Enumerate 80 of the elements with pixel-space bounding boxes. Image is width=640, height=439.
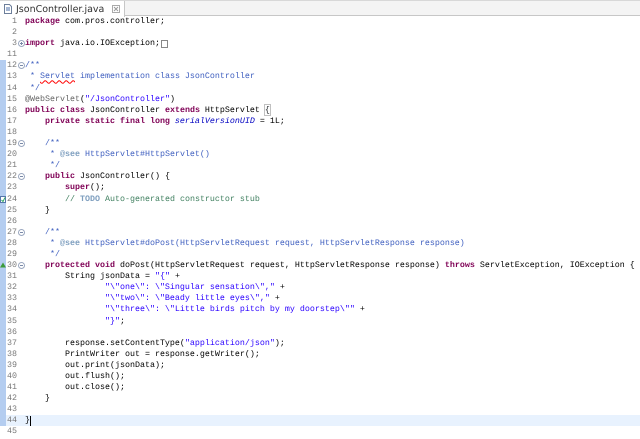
line-number: 44 <box>7 415 17 426</box>
line-number: 36 <box>7 326 17 338</box>
code-line: * @see HttpServlet#HttpServlet() <box>48 149 210 160</box>
code-line: protected void doPost(HttpServletRequest request, HttpServletResponse response) throws ServletException, IOException { <box>44 260 635 272</box>
line-number: 35 <box>7 316 17 327</box>
code-line: } <box>25 415 30 426</box>
line-number: 34 <box>7 304 17 316</box>
code-line: public class JsonController extends HttpServlet { <box>25 104 270 116</box>
line-number: 15 <box>7 94 17 105</box>
line-number: 17 <box>7 116 17 127</box>
code-line: @WebServlet("/JsonController") <box>25 94 175 105</box>
line-number: 28 <box>7 238 17 249</box>
code-line: public JsonController() { <box>44 171 170 182</box>
code-line: response.setContentType("application/json"); <box>64 338 285 349</box>
line-number: 43 <box>7 404 17 416</box>
line-number: 2 <box>12 27 17 38</box>
collapse-icon[interactable] <box>18 262 25 270</box>
code-line: private static final long serialVersionUID = 1L; <box>44 116 285 127</box>
code-line: "\"one\": \"Singular sensation\"," + <box>104 282 285 294</box>
line-number: 22 <box>7 171 17 182</box>
line-number: 37 <box>7 338 17 349</box>
line-number: 32 <box>7 282 17 294</box>
code-line: "}"; <box>104 316 125 327</box>
code-line: import java.io.IOException; <box>25 38 160 50</box>
line-number: 42 <box>7 393 17 404</box>
line-number: 27 <box>7 226 17 238</box>
code-line: package com.pros.controller; <box>25 16 165 28</box>
line-number: 20 <box>7 149 17 160</box>
folded-code-icon[interactable] <box>160 40 168 48</box>
code-line: String jsonData = "{" + <box>64 271 180 282</box>
line-number: 23 <box>7 182 17 194</box>
line-number: 33 <box>7 293 17 304</box>
line-number: 40 <box>7 371 17 382</box>
line-number: 11 <box>7 49 17 60</box>
code-line: out.flush(); <box>64 371 125 382</box>
code-line: super(); <box>64 182 105 194</box>
code-line: "\"two\": \"Beady little eyes\"," + <box>104 293 280 304</box>
code-line: /** <box>44 226 60 238</box>
line-number: 26 <box>7 216 17 227</box>
line-number: 29 <box>7 248 17 260</box>
collapse-icon[interactable] <box>18 173 25 180</box>
line-number: 41 <box>7 382 17 394</box>
code-line: * Servlet implementation class JsonController <box>28 71 255 83</box>
close-icon[interactable] <box>112 5 120 13</box>
line-number: 39 <box>7 360 17 371</box>
editor-tab[interactable]: JsonController.java <box>0 1 126 17</box>
line-number: 25 <box>7 204 17 216</box>
line-number: 12 <box>7 60 17 72</box>
code-line: */ <box>48 160 60 172</box>
line-number: 14 <box>7 82 17 94</box>
collapse-icon[interactable] <box>18 140 25 148</box>
line-number: 24 <box>7 194 17 205</box>
text-cursor <box>30 416 31 426</box>
line-number: 1 <box>12 16 17 28</box>
line-number: 16 <box>7 104 17 116</box>
line-number: 31 <box>7 271 17 282</box>
code-line: PrintWriter out = response.getWriter(); <box>64 348 260 360</box>
line-number: 13 <box>7 71 17 83</box>
collapse-icon[interactable] <box>18 62 25 70</box>
code-line: /** <box>25 60 40 72</box>
code-line: out.print(jsonData); <box>64 360 165 371</box>
expand-icon[interactable] <box>18 40 25 48</box>
line-number: 45 <box>7 426 17 438</box>
code-line: // TODO Auto-generated constructor stub <box>64 194 260 205</box>
code-line: * @see HttpServlet#doPost(HttpServletRequest request, HttpServletResponse response) <box>48 238 465 249</box>
code-line: out.close(); <box>64 382 125 394</box>
line-number: 19 <box>7 138 17 150</box>
file-icon <box>4 4 12 14</box>
line-number: 30 <box>7 260 17 272</box>
line-number: 3 <box>12 38 17 50</box>
code-line: /** <box>44 138 60 150</box>
collapse-icon[interactable] <box>18 228 25 236</box>
code-line: } <box>44 204 50 216</box>
code-line: */ <box>48 248 60 260</box>
line-number: 21 <box>7 160 17 172</box>
line-number: 38 <box>7 348 17 360</box>
code-line: */ <box>28 82 40 94</box>
code-line: } <box>44 393 50 404</box>
code-line: "\"three\": \"Little birds pitch by my doorstep\"" + <box>104 304 365 316</box>
line-number: 18 <box>7 126 17 138</box>
